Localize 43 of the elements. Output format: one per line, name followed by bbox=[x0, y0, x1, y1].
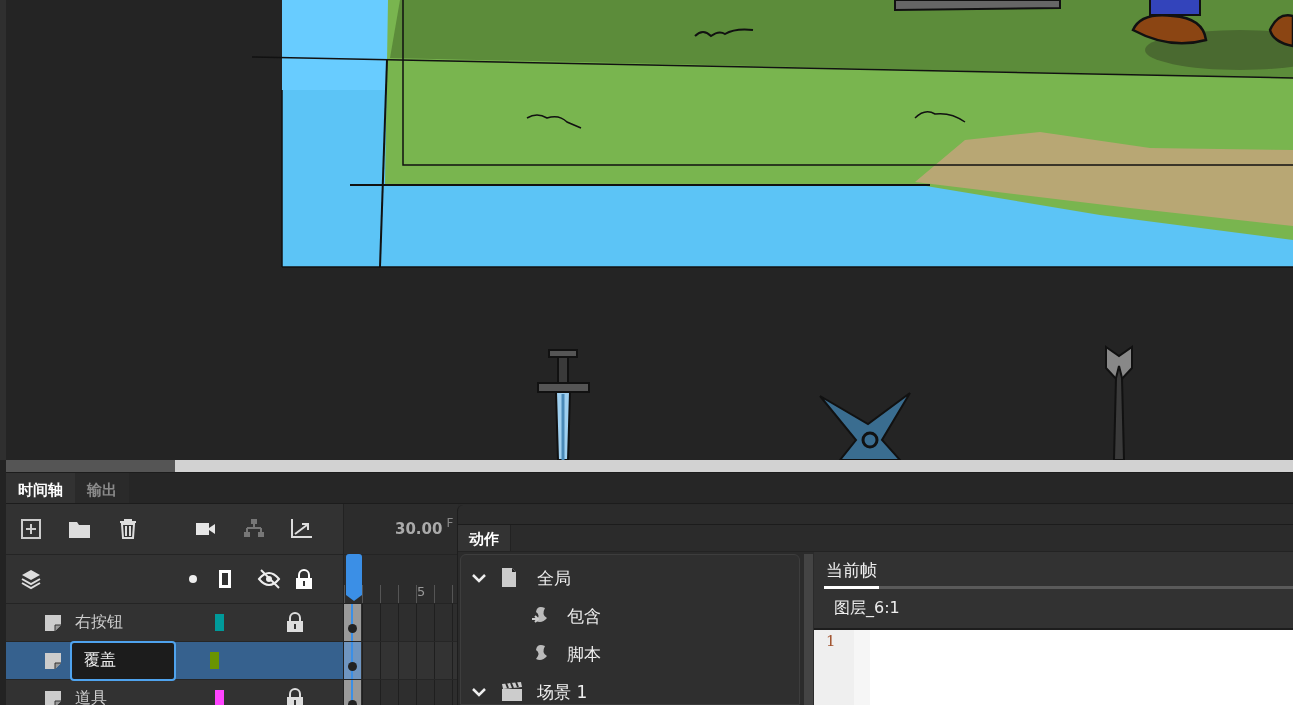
layer-color-swatch[interactable] bbox=[215, 614, 224, 631]
line-number: 1 bbox=[826, 632, 837, 650]
code-editor[interactable]: 1 bbox=[814, 630, 1293, 705]
lock-icon[interactable] bbox=[286, 688, 304, 705]
scrollbar-track[interactable] bbox=[804, 554, 813, 705]
eye-slash-icon[interactable] bbox=[257, 568, 281, 590]
keyframe[interactable] bbox=[344, 642, 361, 679]
panel-tab[interactable]: 动作 bbox=[458, 525, 511, 551]
layer-icon bbox=[44, 613, 62, 632]
ruler-label: 5 bbox=[417, 584, 426, 599]
tree-item-label: 包含 bbox=[567, 604, 601, 628]
layer-name: 道具 bbox=[74, 688, 108, 705]
playhead-icon[interactable] bbox=[346, 554, 362, 601]
keyframe[interactable] bbox=[344, 604, 361, 641]
frame-rate[interactable]: 30.00 bbox=[395, 520, 443, 538]
outline-icon[interactable] bbox=[219, 570, 231, 588]
lock-icon[interactable] bbox=[295, 568, 313, 590]
dot-icon[interactable] bbox=[189, 575, 197, 583]
layer-icon bbox=[44, 651, 62, 670]
layer-color-swatch[interactable] bbox=[215, 690, 224, 705]
tree-item-label: 全局 bbox=[537, 566, 571, 590]
layer-row[interactable]: 覆盖 bbox=[6, 642, 343, 680]
layers-icon[interactable] bbox=[20, 568, 42, 590]
frame-rate-unit: F bbox=[446, 516, 454, 530]
tree-item[interactable]: 全局 bbox=[461, 559, 799, 597]
tree-item[interactable]: 包含 bbox=[461, 597, 799, 635]
new-layer-icon[interactable] bbox=[20, 518, 42, 540]
layer-name: 右按钮 bbox=[74, 612, 124, 633]
layer-color-swatch[interactable] bbox=[210, 652, 219, 669]
trash-icon[interactable] bbox=[118, 518, 138, 540]
scrollbar-thumb[interactable] bbox=[6, 460, 175, 472]
tree-item-label: 场景 1 bbox=[537, 680, 588, 704]
hierarchy-icon[interactable] bbox=[243, 518, 265, 540]
lock-icon[interactable] bbox=[286, 612, 304, 633]
layer-name-field[interactable]: 覆盖 bbox=[70, 640, 176, 681]
tree-item[interactable]: 脚本 bbox=[461, 635, 799, 673]
tree-item[interactable]: 场景 1 bbox=[461, 673, 799, 705]
tree-item-label: 脚本 bbox=[567, 642, 601, 666]
graph-icon[interactable] bbox=[290, 518, 312, 540]
panel-tab[interactable]: 时间轴 bbox=[6, 473, 75, 503]
panel-tab[interactable]: 输出 bbox=[75, 473, 129, 503]
layer-row[interactable]: 道具 bbox=[6, 680, 343, 705]
script-tab[interactable]: 当前帧 bbox=[824, 559, 879, 589]
